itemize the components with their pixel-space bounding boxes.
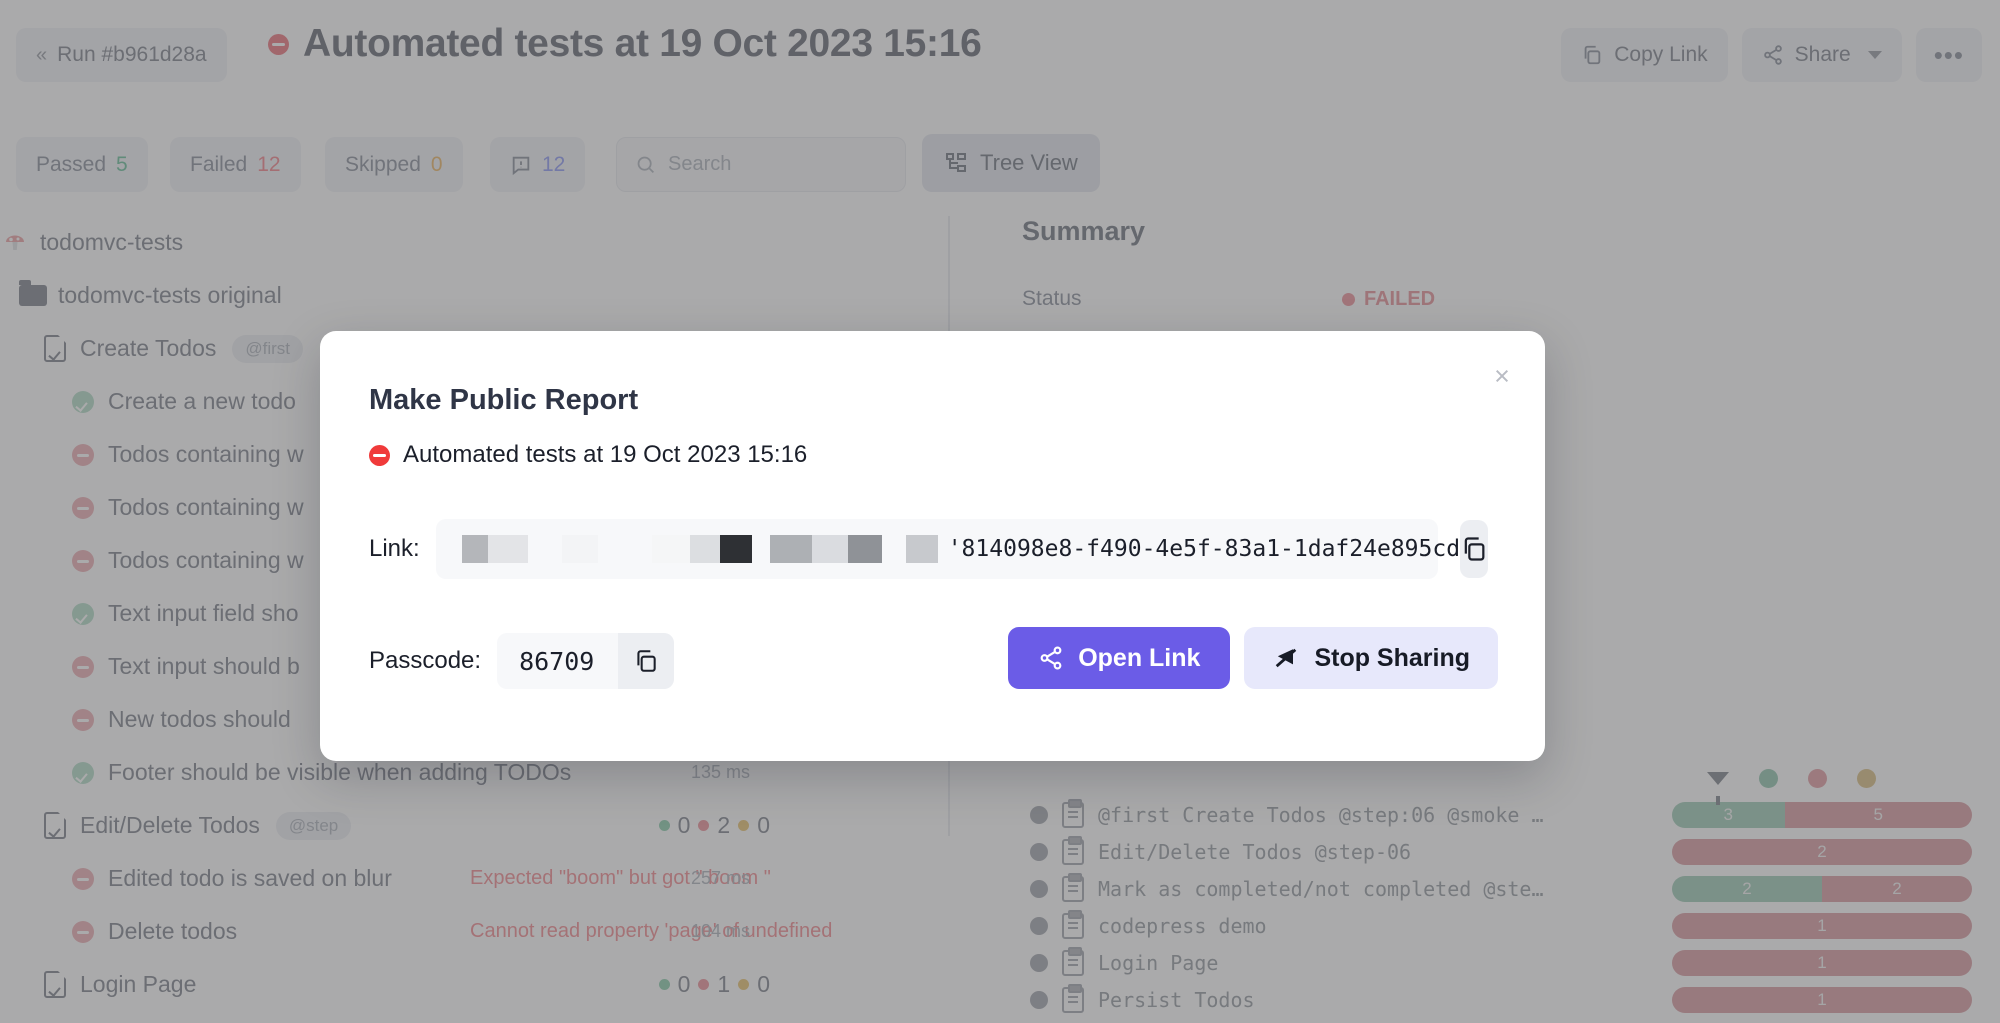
passcode-label: Passcode: — [369, 647, 482, 674]
modal-actions: Open Link Stop Sharing — [1008, 627, 1498, 689]
share-icon — [1040, 646, 1062, 670]
open-link-button[interactable]: Open Link — [1008, 627, 1231, 689]
share-off-icon — [1276, 648, 1297, 668]
modal-report-name-row: Automated tests at 19 Oct 2023 15:16 — [369, 441, 807, 469]
copy-passcode-button[interactable] — [618, 633, 675, 689]
copy-icon — [637, 650, 657, 672]
link-label: Link: — [369, 535, 420, 562]
close-icon[interactable]: × — [1485, 359, 1519, 393]
copy-icon — [1464, 537, 1485, 561]
modal-heading: Make Public Report — [369, 384, 639, 416]
passcode-row: Passcode: 86709 — [369, 633, 675, 689]
copy-link-icon-button[interactable] — [1460, 520, 1489, 578]
passcode-value: 86709 — [519, 646, 595, 676]
app-root: « Run #b961d28a Automated tests at 19 Oc… — [0, 0, 2000, 1023]
link-value: '814098e8-f490-4e5f-83a1-1daf24e895cd — [947, 536, 1461, 562]
stop-sharing-button[interactable]: Stop Sharing — [1244, 627, 1498, 689]
redacted-url-blocks — [436, 535, 938, 563]
failed-circle-icon — [369, 444, 390, 466]
passcode-input[interactable]: 86709 — [497, 633, 675, 689]
make-public-report-modal: × Make Public Report Automated tests at … — [320, 331, 1545, 761]
stop-sharing-label: Stop Sharing — [1314, 643, 1470, 672]
open-link-label: Open Link — [1078, 643, 1201, 672]
modal-report-name: Automated tests at 19 Oct 2023 15:16 — [403, 441, 808, 468]
link-input[interactable]: '814098e8-f490-4e5f-83a1-1daf24e895cd — [435, 519, 1489, 579]
link-row: Link: '814098e8-f490-4e5f-83a1-1daf24e89… — [369, 519, 1489, 579]
